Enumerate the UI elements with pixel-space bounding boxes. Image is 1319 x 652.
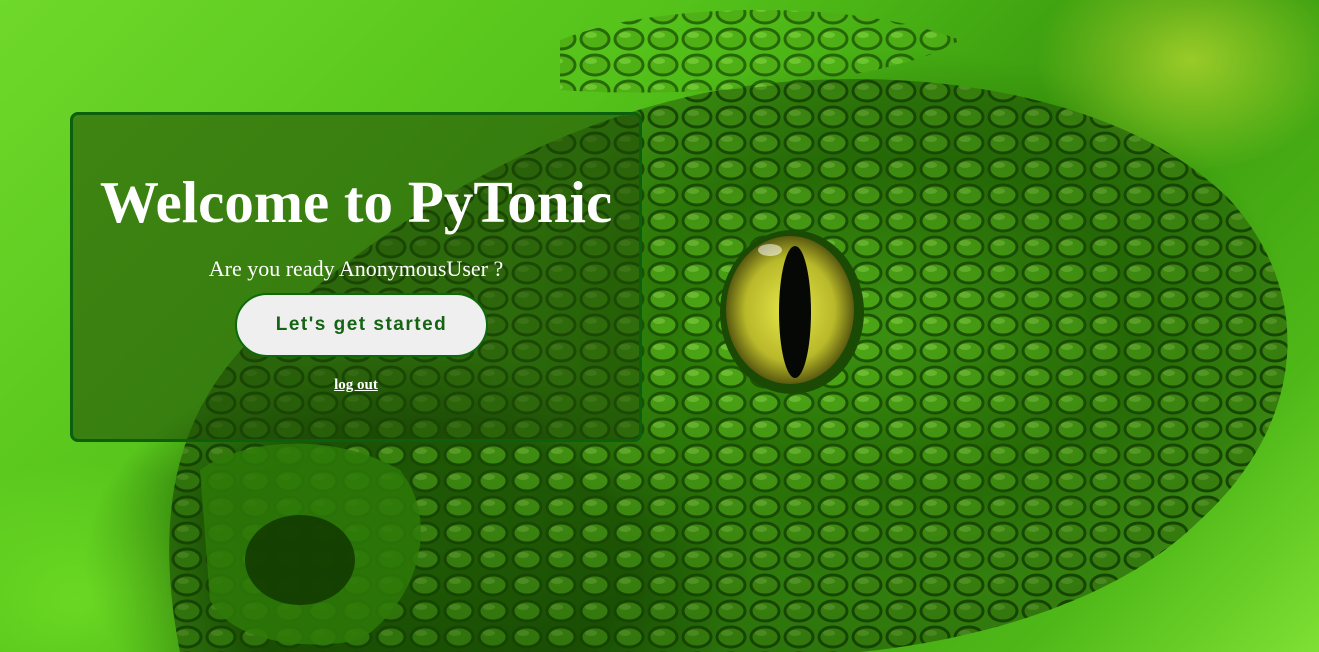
page-title: Welcome to PyTonic <box>99 169 613 235</box>
get-started-button[interactable]: Let's get started <box>235 293 488 357</box>
logout-link[interactable]: log out <box>73 377 639 394</box>
greeting-text: Are you ready AnonymousUser ? <box>208 256 504 281</box>
welcome-card: Welcome to PyTonic Are you ready Anonymo… <box>70 112 642 442</box>
